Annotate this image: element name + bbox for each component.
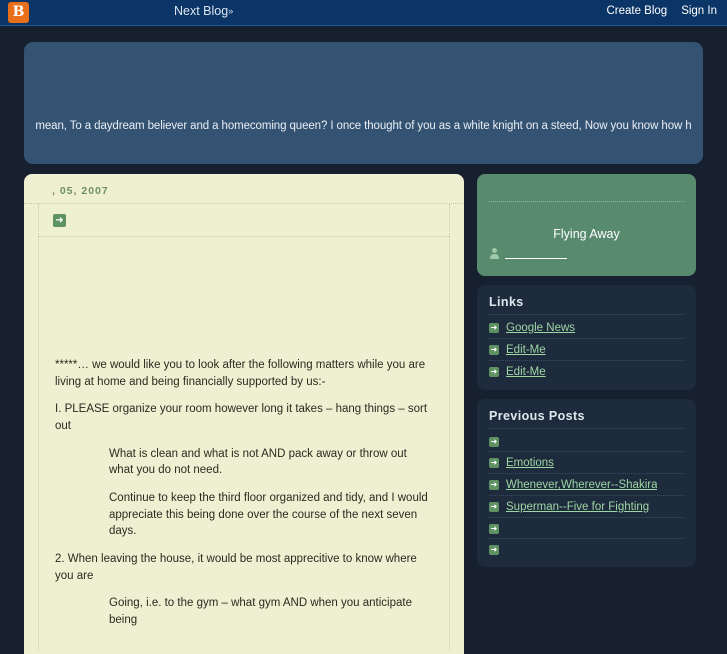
blogger-navbar: B Next Blog» Create Blog Sign In xyxy=(0,0,727,26)
list-item[interactable]: Edit-Me xyxy=(489,361,684,382)
arrow-right-icon xyxy=(489,480,499,490)
previous-post-link-1[interactable] xyxy=(506,436,532,447)
arrow-right-icon xyxy=(489,544,499,555)
previous-post-link-5[interactable] xyxy=(506,523,513,534)
sidebar: Flying Away Links Google News Edit-Me Ed… xyxy=(477,174,696,567)
link-edit-me-2[interactable]: Edit-Me xyxy=(506,366,546,378)
previous-post-link-superman[interactable]: Superman--Five for Fighting xyxy=(506,501,649,513)
list-item[interactable]: Superman--Five for Fighting xyxy=(489,496,684,518)
profile-box: Flying Away xyxy=(477,174,696,276)
navbar-actions: Create Blog Sign In xyxy=(606,5,717,17)
blog-header-banner: mean, To a daydream believer and a homec… xyxy=(24,42,703,164)
post-body-spacer xyxy=(55,249,433,357)
profile-link-row xyxy=(490,248,567,259)
previous-posts-panel: Previous Posts Emotions Whenever,Whereve… xyxy=(477,399,696,567)
arrow-right-icon xyxy=(489,458,499,468)
list-item[interactable]: Google News xyxy=(489,317,684,339)
previous-posts-panel-title: Previous Posts xyxy=(489,409,684,429)
arrow-right-icon xyxy=(489,523,499,534)
blog-post: *****… we would like you to look after t… xyxy=(38,204,450,650)
blogger-b-icon[interactable]: B xyxy=(8,2,29,23)
link-google-news[interactable]: Google News xyxy=(506,322,575,334)
arrow-right-icon xyxy=(53,213,66,227)
arrow-right-icon xyxy=(489,436,499,447)
arrow-right-icon xyxy=(489,367,499,377)
list-item[interactable]: Whenever,Wherever--Shakira xyxy=(489,474,684,496)
arrow-right-icon xyxy=(489,323,499,333)
person-icon xyxy=(490,248,499,259)
next-blog-label: Next Blog xyxy=(174,4,229,18)
blogger-logo-letter: B xyxy=(12,4,25,20)
post-paragraph: What is clean and what is not AND pack a… xyxy=(109,447,407,477)
list-item[interactable] xyxy=(489,539,684,559)
post-date: , 05, 2007 xyxy=(24,174,464,204)
post-body: *****… we would like you to look after t… xyxy=(39,237,449,650)
blog-description: mean, To a daydream believer and a homec… xyxy=(35,120,692,132)
sign-in-link[interactable]: Sign In xyxy=(681,5,717,17)
post-header xyxy=(39,204,449,237)
link-edit-me-1[interactable]: Edit-Me xyxy=(506,344,546,356)
links-panel: Links Google News Edit-Me Edit-Me xyxy=(477,285,696,390)
list-item[interactable]: Edit-Me xyxy=(489,339,684,361)
post-paragraph: I. PLEASE organize your room however lon… xyxy=(55,403,428,433)
profile-divider xyxy=(489,201,684,202)
list-item[interactable] xyxy=(489,518,684,539)
previous-post-link-emotions[interactable]: Emotions xyxy=(506,457,554,469)
post-column: , 05, 2007 *****… we would like you to l… xyxy=(24,174,464,654)
view-profile-link[interactable] xyxy=(505,249,567,259)
profile-name: Flying Away xyxy=(553,227,620,241)
create-blog-link[interactable]: Create Blog xyxy=(606,5,667,17)
list-item[interactable] xyxy=(489,431,684,452)
arrow-right-icon xyxy=(489,345,499,355)
double-chevron-right-icon: » xyxy=(228,6,234,16)
links-panel-title: Links xyxy=(489,295,684,315)
previous-post-link-shakira[interactable]: Whenever,Wherever--Shakira xyxy=(506,479,657,491)
previous-post-link-6[interactable] xyxy=(506,544,513,555)
list-item[interactable]: Emotions xyxy=(489,452,684,474)
main-content: , 05, 2007 *****… we would like you to l… xyxy=(24,174,703,654)
post-paragraph: Going, i.e. to the gym – what gym AND wh… xyxy=(109,597,412,627)
post-paragraph: Continue to keep the third floor organiz… xyxy=(109,492,428,538)
post-paragraph: *****… we would like you to look after t… xyxy=(55,359,426,388)
arrow-right-icon xyxy=(489,502,499,512)
post-paragraph: 2. When leaving the house, it would be m… xyxy=(55,553,417,582)
next-blog-link[interactable]: Next Blog» xyxy=(174,4,233,18)
